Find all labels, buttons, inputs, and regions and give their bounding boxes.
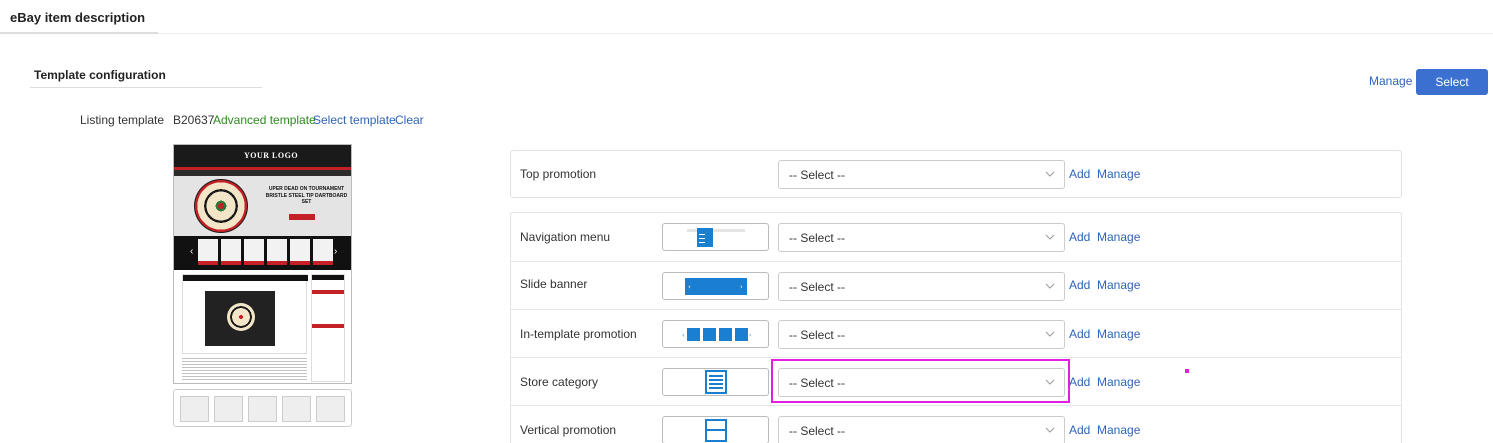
top-promotion-dropdown[interactable]: -- Select -- xyxy=(778,160,1065,189)
dropdown-value: -- Select -- xyxy=(789,168,846,182)
row-label: Store category xyxy=(520,375,599,389)
chevron-down-icon xyxy=(1045,283,1055,289)
preview-logo: YOUR LOGO xyxy=(244,151,299,160)
thumbnail-slot[interactable] xyxy=(282,396,311,422)
config-row-navigation-menu: Navigation menu -- Select -- Add Manage xyxy=(511,213,1401,261)
header-divider xyxy=(158,33,1493,34)
chevron-down-icon xyxy=(1045,331,1055,337)
row-label: Vertical promotion xyxy=(520,423,617,437)
navigation-menu-dropdown[interactable]: -- Select -- xyxy=(778,223,1065,252)
store-category-icon xyxy=(662,368,769,396)
listing-template-name: Advanced template xyxy=(213,113,316,127)
row-label: Top promotion xyxy=(520,167,597,181)
row-label: Navigation menu xyxy=(520,230,611,244)
preview-product-thumb xyxy=(198,239,218,265)
clear-template-link[interactable]: Clear xyxy=(395,113,424,127)
add-link[interactable]: Add xyxy=(1069,278,1090,292)
manage-templates-link[interactable]: Manage xyxy=(1369,74,1412,88)
add-link[interactable]: Add xyxy=(1069,375,1090,389)
select-button[interactable]: Select xyxy=(1416,69,1488,95)
svg-text:›: › xyxy=(740,283,743,291)
preview-hero-banner: UPER DEAD ON TOURNAMENT BRISTLE STEEL TI… xyxy=(174,176,351,236)
page-tab[interactable]: eBay item description xyxy=(0,0,158,34)
manage-link[interactable]: Manage xyxy=(1097,423,1140,437)
thumbnail-slot[interactable] xyxy=(214,396,243,422)
add-link[interactable]: Add xyxy=(1069,167,1090,181)
manage-link[interactable]: Manage xyxy=(1097,375,1140,389)
add-link[interactable]: Add xyxy=(1069,327,1090,341)
config-row-slide-banner: Slide banner ‹ › -- Select -- Add Manage xyxy=(511,261,1401,309)
slide-banner-icon: ‹ › xyxy=(662,272,769,300)
preview-product-strip: ‹ › xyxy=(174,236,351,270)
dropdown-value: -- Select -- xyxy=(789,328,846,342)
svg-text:‹: ‹ xyxy=(688,283,691,291)
in-template-promotion-icon: ‹ › xyxy=(662,320,769,348)
slide-banner-dropdown[interactable]: -- Select -- xyxy=(778,272,1065,301)
thumbnail-slot[interactable] xyxy=(248,396,277,422)
row-label: In-template promotion xyxy=(520,327,637,341)
preview-hero-text: UPER DEAD ON TOURNAMENT BRISTLE STEEL TI… xyxy=(265,186,348,205)
cursor-marker xyxy=(1185,369,1189,373)
preview-product-thumb xyxy=(244,239,264,265)
preview-hero-button xyxy=(289,214,315,220)
chevron-down-icon xyxy=(1045,171,1055,177)
preview-product-thumb xyxy=(313,239,333,265)
navigation-menu-icon xyxy=(662,223,769,251)
chevron-left-icon: ‹ xyxy=(190,246,194,257)
preview-product-thumb xyxy=(290,239,310,265)
thumbnail-slot[interactable] xyxy=(316,396,345,422)
listing-template-code: B20637 xyxy=(173,113,215,127)
chevron-right-icon: › xyxy=(334,246,338,257)
manage-link[interactable]: Manage xyxy=(1097,327,1140,341)
preview-sidebar xyxy=(311,274,345,382)
chevron-down-icon xyxy=(1045,379,1055,385)
vertical-promotion-dropdown[interactable]: -- Select -- xyxy=(778,416,1065,443)
config-row-vertical-promotion: Vertical promotion -- Select -- Add Mana… xyxy=(511,405,1401,443)
select-template-link[interactable]: Select template xyxy=(313,113,396,127)
svg-text:‹: ‹ xyxy=(682,332,684,339)
add-link[interactable]: Add xyxy=(1069,230,1090,244)
preview-description-text xyxy=(182,358,307,382)
in-template-promotion-dropdown[interactable]: -- Select -- xyxy=(778,320,1065,349)
config-row-in-template-promotion: In-template promotion ‹ › -- Select -- A… xyxy=(511,309,1401,357)
dropdown-value: -- Select -- xyxy=(789,376,846,390)
svg-text:›: › xyxy=(749,332,751,339)
preview-body xyxy=(174,270,351,383)
modules-panel: Navigation menu -- Select -- Add Manage … xyxy=(510,212,1402,443)
manage-link[interactable]: Manage xyxy=(1097,230,1140,244)
chevron-down-icon xyxy=(1045,427,1055,433)
template-preview-image: YOUR LOGO UPER DEAD ON TOURNAMENT BRISTL… xyxy=(173,144,352,384)
preview-product-thumb xyxy=(221,239,241,265)
row-label: Slide banner xyxy=(520,277,588,291)
config-row-store-category: Store category -- Select -- Add Manage xyxy=(511,357,1401,405)
section-header: Template configuration xyxy=(30,60,262,88)
add-link[interactable]: Add xyxy=(1069,423,1090,437)
top-promotion-panel: Top promotion -- Select -- Add Manage xyxy=(510,150,1402,198)
preview-product-thumb xyxy=(267,239,287,265)
listing-template-label: Listing template xyxy=(80,113,165,127)
dartboard-image xyxy=(194,179,248,233)
vertical-promotion-icon xyxy=(662,416,769,443)
store-category-dropdown[interactable]: -- Select -- xyxy=(778,368,1065,397)
manage-link[interactable]: Manage xyxy=(1097,278,1140,292)
section-title: Template configuration xyxy=(34,68,166,82)
dropdown-value: -- Select -- xyxy=(789,231,846,245)
thumbnail-slot[interactable] xyxy=(180,396,209,422)
page-title: eBay item description xyxy=(10,10,146,25)
preview-header: YOUR LOGO xyxy=(174,145,351,167)
chevron-down-icon xyxy=(1045,234,1055,240)
manage-link[interactable]: Manage xyxy=(1097,167,1140,181)
config-row-top-promotion: Top promotion -- Select -- Add Manage xyxy=(511,151,1401,199)
preview-main-content xyxy=(182,274,308,354)
dart-cabinet-image xyxy=(205,291,275,346)
preview-thumbnails xyxy=(173,389,352,427)
dropdown-value: -- Select -- xyxy=(789,280,846,294)
dropdown-value: -- Select -- xyxy=(789,424,846,438)
